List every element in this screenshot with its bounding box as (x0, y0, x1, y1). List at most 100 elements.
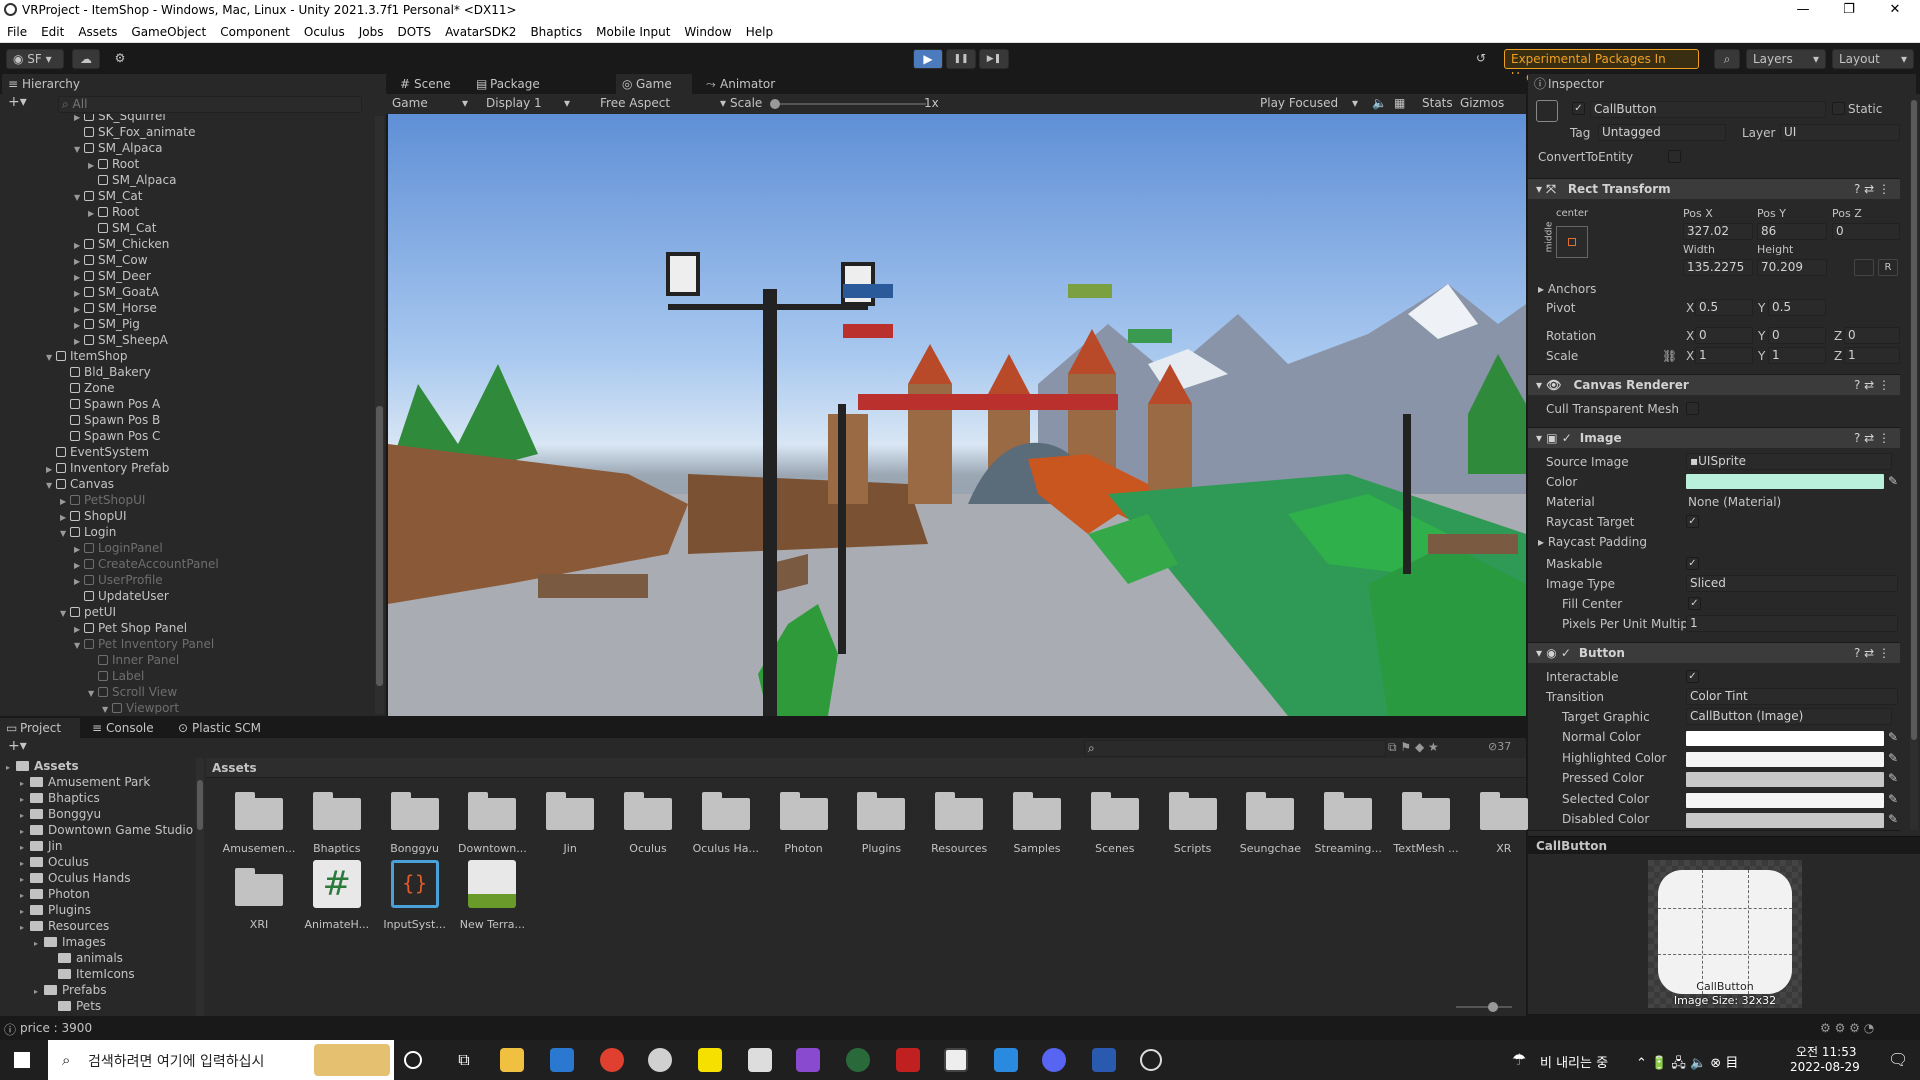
cloud-button[interactable]: ☁ (72, 49, 100, 69)
fill-center-checkbox[interactable]: ✓ (1688, 597, 1701, 610)
hierarchy-item[interactable]: ▶ SM_Cow (74, 252, 148, 268)
experimental-packages-dropdown[interactable]: Experimental Packages In Use ▾ (1504, 49, 1699, 84)
scale-z-field[interactable]: 1 (1844, 347, 1900, 364)
tray-icons[interactable]: ⌃ 🔋 🖧 🔈 ⊗ 目 (1636, 1052, 1738, 1076)
hierarchy-item[interactable]: SM_Alpaca (88, 172, 176, 188)
hierarchy-item[interactable]: SM_Cat (88, 220, 156, 236)
hierarchy-item[interactable]: Label (88, 668, 144, 684)
asset-item[interactable]: Downtown... (453, 784, 531, 860)
asset-item[interactable]: Photon (765, 784, 843, 860)
expand-arrow-icon[interactable]: ▼ (88, 686, 98, 702)
folder-tree-item[interactable]: animals (48, 950, 123, 966)
color-swatch[interactable] (1686, 792, 1884, 808)
display-dropdown[interactable]: Display 1 ▾ (486, 96, 574, 110)
target-graphic-field[interactable]: CallButton (Image) (1686, 708, 1892, 725)
hierarchy-item[interactable]: ▶ SM_GoatA (74, 284, 159, 300)
hierarchy-item[interactable]: Spawn Pos C (60, 428, 160, 444)
folder-tree-item[interactable]: ▸ Bonggyu (20, 806, 101, 822)
folder-tree-item[interactable]: ▸ Prefabs (34, 982, 107, 998)
hidden-packages-count[interactable]: ⊘37 (1488, 740, 1511, 753)
hierarchy-item[interactable]: Zone (60, 380, 115, 396)
folder-tree-item[interactable]: ▸ Oculus (20, 854, 89, 870)
weather-text[interactable]: 비 내리는 중 (1540, 1052, 1608, 1071)
project-tree-scrollbar[interactable] (196, 758, 204, 1016)
convert-to-entity-checkbox[interactable] (1668, 150, 1681, 163)
asset-item[interactable]: Seungchae (1231, 784, 1309, 860)
hierarchy-item[interactable]: ▼ SM_Cat (74, 188, 142, 204)
status-icons[interactable]: ⚙ ⚙ ⚙ ◔ (1820, 1021, 1874, 1035)
menu-jobs[interactable]: Jobs (352, 22, 391, 39)
tab-inspector[interactable]: ⓘ Inspector (1528, 74, 1916, 94)
expand-arrow-icon[interactable]: ▸ (34, 936, 44, 952)
display-mode-dropdown[interactable]: Game ▾ (392, 96, 472, 110)
posx-field[interactable]: 327.02 (1683, 223, 1753, 240)
expand-arrow-icon[interactable]: ▼ (74, 142, 84, 158)
folder-tree-item[interactable]: ▸ Bhaptics (20, 790, 100, 806)
raycast-target-checkbox[interactable]: ✓ (1686, 515, 1699, 528)
project-search-input[interactable]: ⌕ (1084, 740, 1386, 757)
hierarchy-item[interactable]: ▶ ShopUI (60, 508, 127, 524)
asset-item[interactable]: Bhaptics (298, 784, 376, 860)
expand-arrow-icon[interactable]: ▼ (74, 638, 84, 654)
maximize-button[interactable]: ❐ (1826, 0, 1872, 22)
color-swatch[interactable] (1686, 731, 1884, 746)
tab-console[interactable]: ≡ Console (86, 718, 162, 738)
eyedropper-icon[interactable]: ✎ (1888, 730, 1898, 744)
hierarchy-item[interactable]: ▶ UserProfile (74, 572, 163, 588)
menu-bhaptics[interactable]: Bhaptics (523, 22, 589, 39)
rect-transform-header[interactable]: ▾ ⤧ Rect Transform? ⇄ ⋮ (1528, 178, 1900, 199)
hierarchy-item[interactable]: ▶ PetShopUI (60, 492, 145, 508)
menu-mobile-input[interactable]: Mobile Input (589, 22, 677, 39)
width-field[interactable]: 135.2275 (1683, 259, 1753, 276)
expand-arrow-icon[interactable]: ▸ (6, 760, 16, 776)
cull-mesh-checkbox[interactable] (1686, 402, 1699, 415)
hierarchy-item[interactable]: ▶ SM_SheepA (74, 332, 168, 348)
asset-item[interactable]: Samples (998, 784, 1076, 860)
tab-animator[interactable]: ⤳ Animator (700, 74, 780, 94)
project-add-button[interactable]: +▾ (8, 738, 27, 754)
hierarchy-item[interactable]: UpdateUser (74, 588, 169, 604)
menu-help[interactable]: Help (739, 22, 780, 39)
folder-tree-item[interactable]: ▸ Oculus Hands (20, 870, 131, 886)
filezilla-icon[interactable] (896, 1048, 920, 1072)
play-focused-dropdown[interactable]: Play Focused ▾ (1260, 96, 1360, 110)
eyedropper-icon[interactable]: ✎ (1888, 474, 1898, 488)
asset-item[interactable]: Scripts (1154, 784, 1232, 860)
menu-window[interactable]: Window (677, 22, 738, 39)
expand-arrow-icon[interactable]: ▼ (102, 702, 112, 714)
rot-y-field[interactable]: 0 (1768, 327, 1826, 344)
material-field[interactable]: None (Material) (1688, 495, 1781, 509)
discord-icon[interactable] (1042, 1048, 1066, 1072)
tab-project[interactable]: ▭ Project (0, 718, 80, 738)
hierarchy-item[interactable]: SK_Fox_animate (74, 124, 195, 140)
folder-tree-item[interactable]: ▸ Plugins (20, 902, 91, 918)
static-checkbox[interactable] (1832, 102, 1845, 115)
transition-dropdown[interactable]: Color Tint (1686, 688, 1898, 705)
folder-tree-item[interactable]: ▸ Jin (20, 838, 62, 854)
expand-arrow-icon[interactable]: ▼ (60, 606, 70, 622)
menu-component[interactable]: Component (213, 22, 297, 39)
folder-tree-item[interactable]: ▸ Resources (20, 918, 109, 934)
word-icon[interactable] (1092, 1048, 1116, 1072)
mail-icon[interactable] (550, 1048, 574, 1072)
constrain-proportions-icon[interactable]: ⛓ (1662, 349, 1677, 363)
step-button[interactable]: ▶❚ (979, 49, 1009, 69)
clock-time[interactable]: 오전 11:53 (1796, 1043, 1856, 1060)
asset-item[interactable]: Bonggyu (376, 784, 454, 860)
asset-item[interactable]: # AnimateH... (298, 860, 376, 936)
hierarchy-item[interactable]: ▼ Scroll View (88, 684, 177, 700)
hierarchy-item[interactable]: ▶ Root (88, 204, 139, 220)
unity-icon[interactable] (944, 1048, 968, 1072)
active-checkbox[interactable]: ✓ (1572, 102, 1585, 115)
app-icon[interactable] (648, 1048, 672, 1072)
hierarchy-item[interactable]: ▼ ItemShop (46, 348, 128, 364)
vscode-icon[interactable] (994, 1048, 1018, 1072)
hierarchy-item[interactable]: Spawn Pos A (60, 396, 160, 412)
minimize-button[interactable]: — (1780, 0, 1826, 22)
tab-plastic-scm[interactable]: ⊙ Plastic SCM (172, 718, 272, 738)
collab-button[interactable]: ⚙ (108, 49, 132, 69)
mute-audio-icon[interactable]: 🔈 (1372, 96, 1387, 110)
tab-game[interactable]: ◎ Game (616, 74, 692, 94)
search-button[interactable]: ⌕ (1714, 49, 1740, 69)
visual-studio-icon[interactable] (796, 1048, 820, 1072)
